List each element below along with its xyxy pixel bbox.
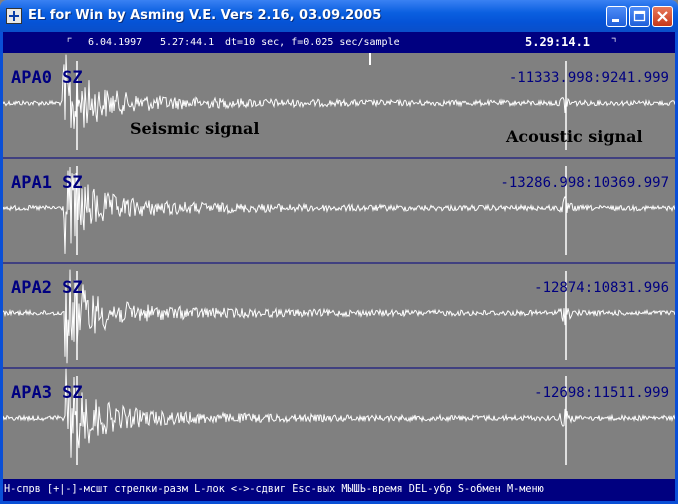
help-text: H-спрв [+|-]-мсшт стрелки-разм L-лок <->… [4,484,544,495]
channel-label-1: APA1 SZ [11,173,83,193]
time-info-bar: ⌜ 6.04.1997 5.27:44.1 dt=10 sec, f=0.025… [3,32,675,53]
record-start-time: 5.27:44.1 [160,37,215,48]
maximize-button[interactable] [629,6,650,27]
channel-label-2: APA2 SZ [11,278,83,298]
window-title: EL for Win by Asming V.E. Vers 2.16, 03.… [28,8,382,23]
channel-label-0: APA0 SZ [11,68,83,88]
channel-label-3: APA3 SZ [11,383,83,403]
channel-range-0: -11333.998:9241.999 [508,70,669,86]
waveform-trace-0 [3,54,675,129]
minimize-button[interactable] [606,6,627,27]
window-start-marker: ⌜ [66,35,74,49]
record-date: 6.04.1997 [88,37,143,48]
channel-range-3: -12698:11511.999 [534,385,669,401]
keyboard-help-bar: H-спрв [+|-]-мсшт стрелки-разм L-лок <->… [3,479,675,501]
waveform-trace-3 [3,368,675,458]
title-bar[interactable]: EL for Win by Asming V.E. Vers 2.16, 03.… [0,0,678,32]
channel-range-1: -13286.998:10369.997 [500,175,669,191]
seismogram-plot[interactable]: APA0 SZ -11333.998:9241.999 APA1 SZ -132… [3,53,675,479]
time-cursor-mark [369,53,371,65]
maximize-icon [633,10,646,22]
channel-range-2: -12874:10831.996 [534,280,669,296]
traces-canvas[interactable] [3,53,675,479]
close-button[interactable] [652,6,673,27]
window-end-marker: ⌝ [610,35,618,49]
seismic-signal-annotation: Seismic signal [130,119,260,138]
sampling-params: dt=10 sec, f=0.025 sec/sample [225,37,400,48]
acoustic-signal-annotation: Acoustic signal [506,127,643,146]
client-area: ⌜ 6.04.1997 5.27:44.1 dt=10 sec, f=0.025… [3,32,675,501]
minimize-icon [612,19,619,22]
cursor-time: 5.29:14.1 [525,35,591,49]
app-icon[interactable] [6,8,22,24]
close-icon [657,11,668,22]
